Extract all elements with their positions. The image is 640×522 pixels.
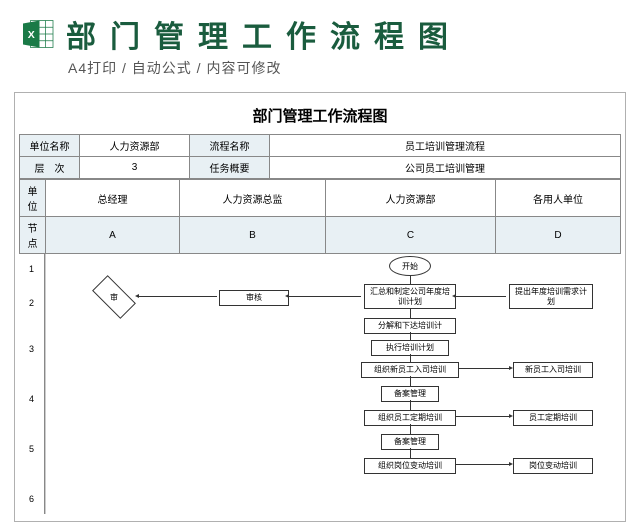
unit-col-3: 人力资源部 [326, 180, 496, 217]
flowchart-area: 1 2 3 4 5 6 开始 汇总和制定公司年度培训计划 提出年度培训需求计划 … [19, 254, 621, 514]
node-b: B [180, 217, 326, 254]
node-c: C [326, 217, 496, 254]
node-col-label: 节点 [20, 217, 46, 254]
box-shenhe: 审核 [219, 290, 289, 306]
node-d: D [496, 217, 621, 254]
excel-icon: X [20, 16, 56, 52]
unit-name-label: 单位名称 [20, 135, 80, 157]
page-header: X 部门管理工作流程图 [0, 0, 640, 58]
node-a: A [46, 217, 180, 254]
start-node: 开始 [389, 256, 431, 276]
box-d4: 员工定期培训 [513, 410, 593, 426]
box-d1: 提出年度培训需求计划 [509, 284, 593, 309]
box-d3: 新员工入司培训 [513, 362, 593, 378]
unit-col-1: 总经理 [46, 180, 180, 217]
level-label: 层 次 [20, 157, 80, 179]
task-label: 任务概要 [190, 157, 270, 179]
box-c1: 汇总和制定公司年度培训计划 [364, 284, 456, 309]
box-d5: 岗位变动培训 [513, 458, 593, 474]
doc-title: 部门管理工作流程图 [19, 99, 621, 134]
level-value: 3 [80, 157, 190, 179]
diamond-shen: 审 [89, 282, 139, 312]
document-preview: 部门管理工作流程图 单位名称 人力资源部 流程名称 员工培训管理流程 层 次 3… [14, 92, 626, 522]
unit-col-label: 单位 [20, 180, 46, 217]
columns-table: 单位 总经理 人力资源总监 人力资源部 各用人单位 节点 A B C D [19, 179, 621, 254]
task-value: 公司员工培训管理 [270, 157, 621, 179]
unit-name-value: 人力资源部 [80, 135, 190, 157]
svg-text:X: X [28, 29, 35, 41]
unit-col-4: 各用人单位 [496, 180, 621, 217]
meta-table: 单位名称 人力资源部 流程名称 员工培训管理流程 层 次 3 任务概要 公司员工… [19, 134, 621, 179]
box-c5b: 组织岗位变动培训 [364, 458, 456, 474]
page-title: 部门管理工作流程图 [66, 12, 462, 56]
flow-name-value: 员工培训管理流程 [270, 135, 621, 157]
page-subtitle: A4打印 / 自动公式 / 内容可修改 [0, 58, 640, 86]
flow-name-label: 流程名称 [190, 135, 270, 157]
unit-col-2: 人力资源总监 [180, 180, 326, 217]
